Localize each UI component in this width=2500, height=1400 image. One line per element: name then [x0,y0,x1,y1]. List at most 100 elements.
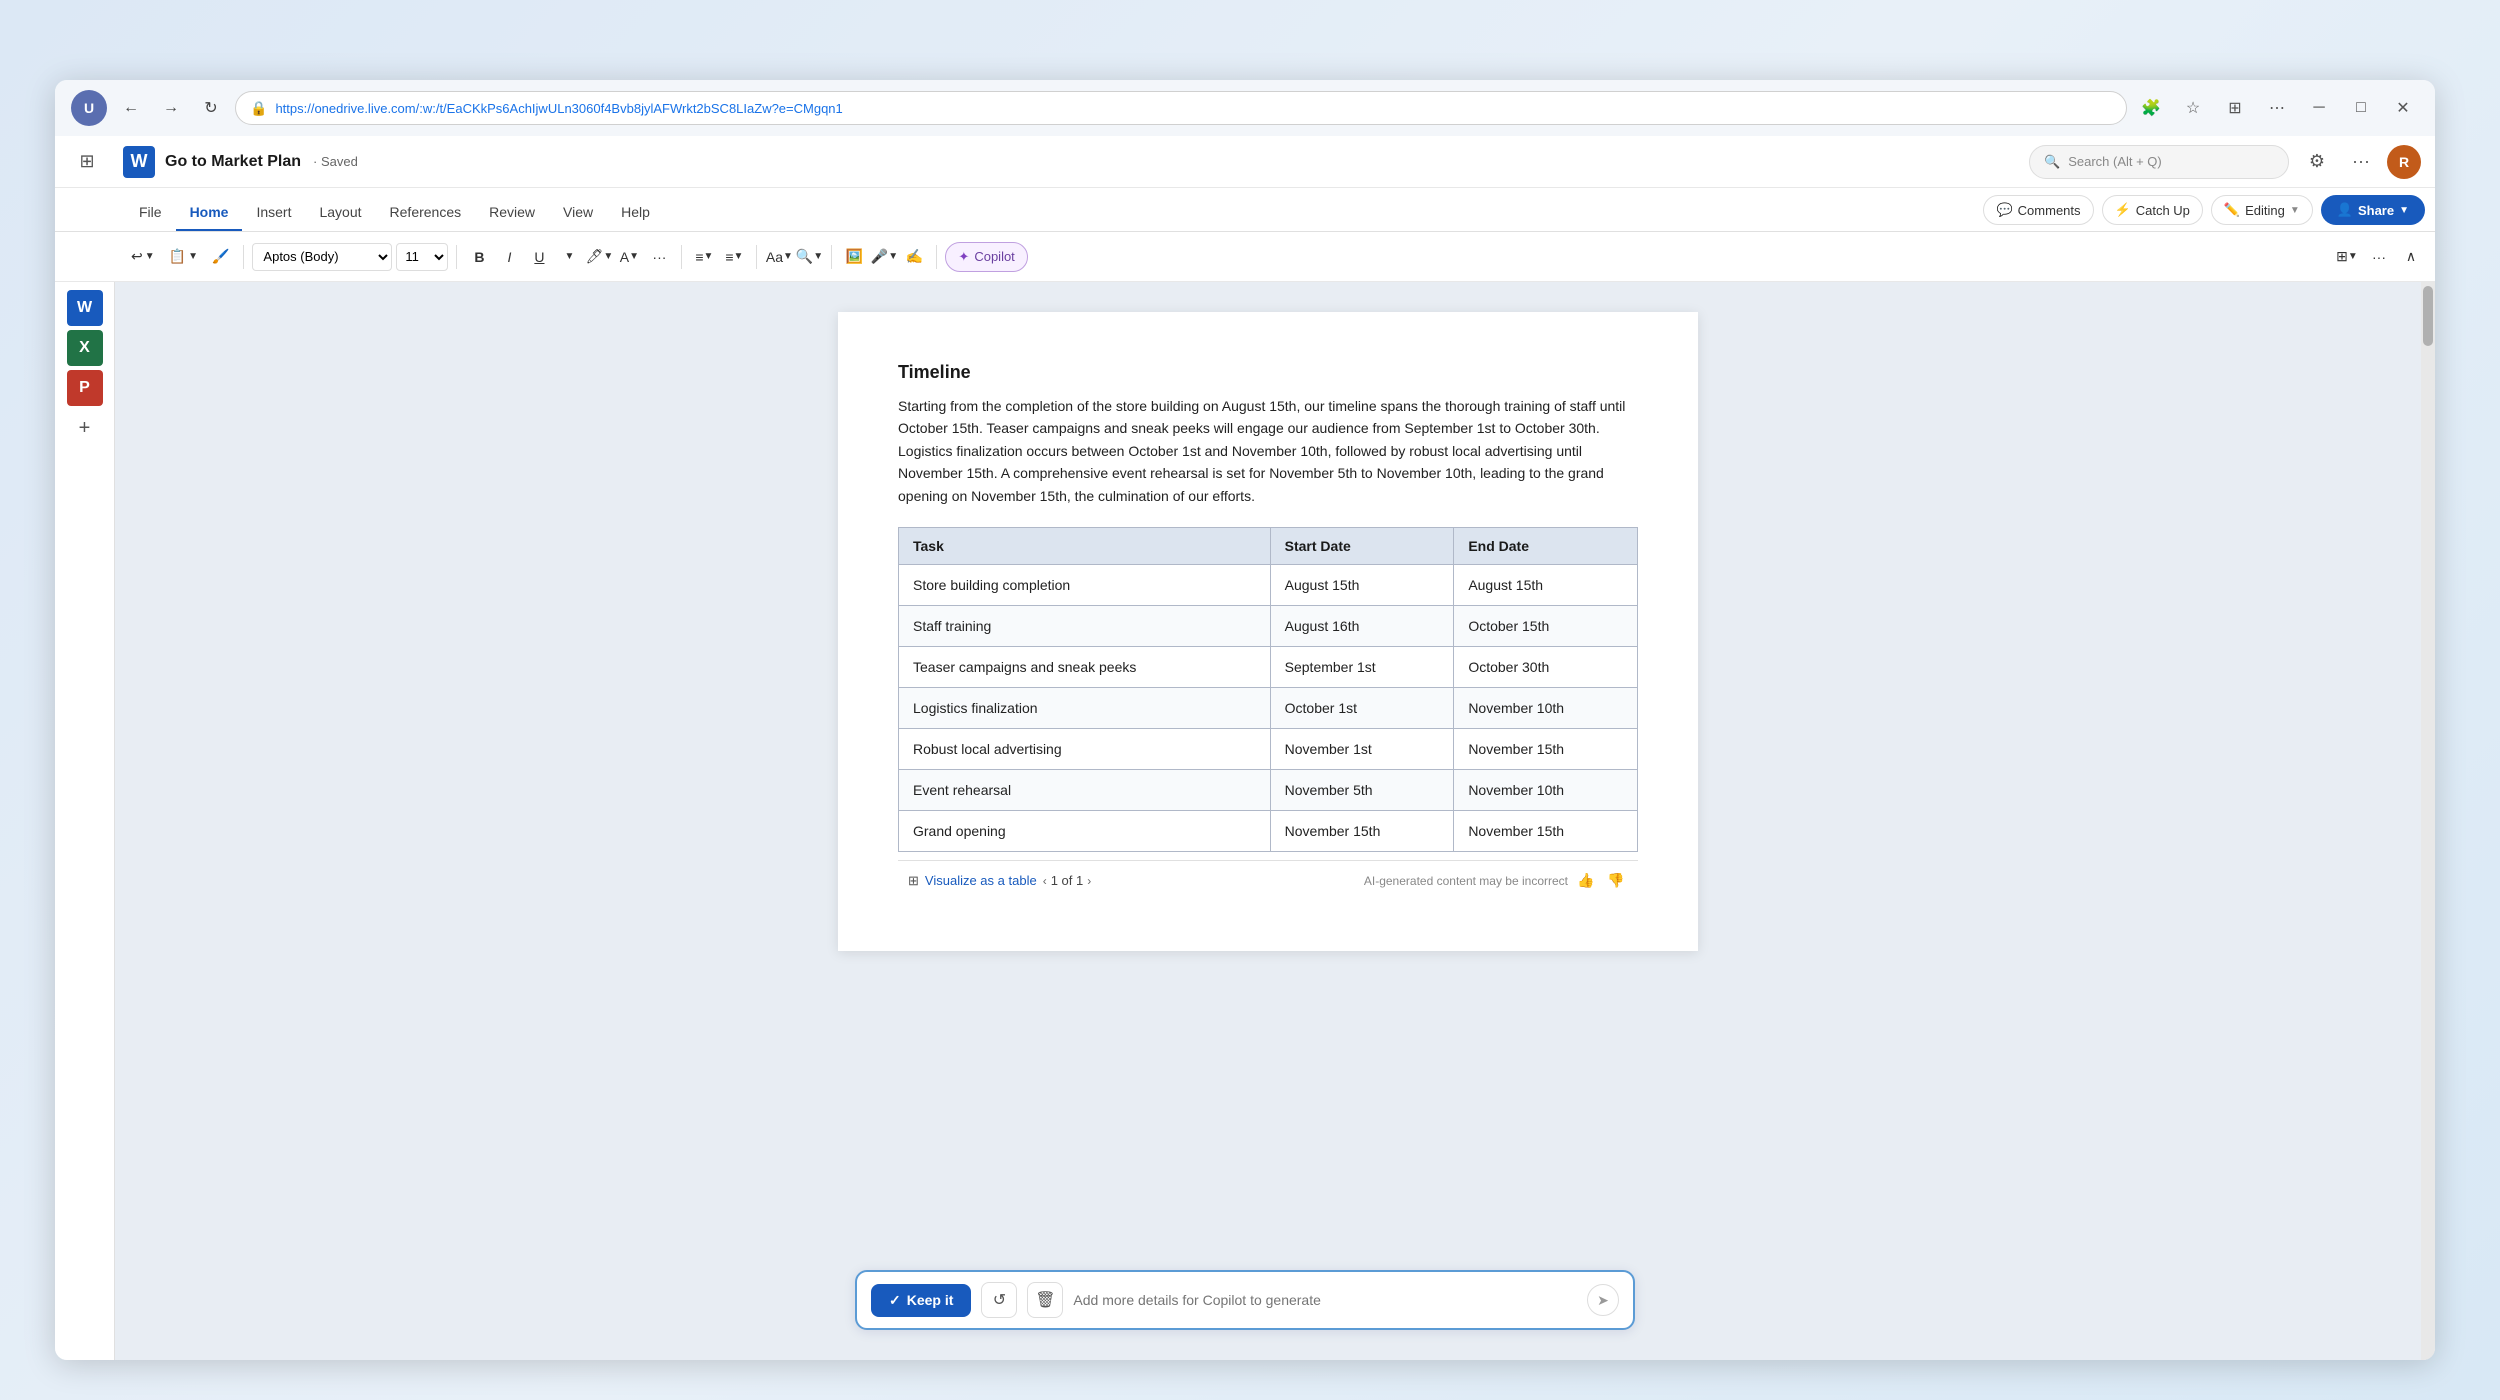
timeline-paragraph: Starting from the completion of the stor… [898,395,1638,507]
table-row: Event rehearsalNovember 5thNovember 10th [899,769,1638,810]
profile-avatar[interactable]: U [71,90,107,126]
timeline-heading: Timeline [898,362,1638,383]
title-bar: U ← → ↻ 🔒 https://onedrive.live.com/:w:/… [55,80,2435,136]
table-row: Grand openingNovember 15thNovember 15th [899,810,1638,851]
saved-label: · Saved [313,154,358,169]
highlight-button[interactable]: 🖊 ▼ [585,243,613,271]
copilot-button[interactable]: ✦ Copilot [945,242,1027,272]
apps-icon[interactable]: ⊞ [69,144,105,180]
table-cell-end: October 15th [1454,605,1638,646]
send-button[interactable]: ➤ [1587,1284,1619,1316]
page-info: 1 of 1 [1051,873,1084,888]
more-button[interactable]: ⋯ [2261,92,2293,124]
catchup-button[interactable]: ⚡ Catch Up [2102,195,2203,225]
tab-layout[interactable]: Layout [305,195,375,231]
scrollbar[interactable] [2421,282,2435,1360]
table-cell-end: November 10th [1454,687,1638,728]
separator-6 [936,245,937,269]
table-cell-end: October 30th [1454,646,1638,687]
more-options-button[interactable]: ··· [2343,144,2379,180]
tab-help[interactable]: Help [607,195,664,231]
back-button[interactable]: ← [115,92,147,124]
font-family-select[interactable]: Aptos (Body) [252,243,392,271]
extensions-button[interactable]: 🧩 [2135,92,2167,124]
regenerate-button[interactable]: ↺ [981,1282,1017,1318]
copilot-bar: ✓ Keep it ↺ 🗑 ➤ [855,1270,1635,1330]
app-title-section: Go to Market Plan · Saved [165,153,358,171]
next-page-button[interactable]: › [1087,874,1091,888]
powerpoint-app-icon[interactable]: P [67,370,103,406]
add-app-icon[interactable]: + [67,410,103,446]
tab-insert[interactable]: Insert [242,195,305,231]
italic-button[interactable]: I [495,243,523,271]
favorites-button[interactable]: ☆ [2177,92,2209,124]
table-cell-task: Robust local advertising [899,728,1271,769]
send-icon: ➤ [1597,1292,1609,1309]
editing-button[interactable]: ✏️ Editing ▼ [2211,195,2313,225]
delete-button[interactable]: 🗑 [1027,1282,1063,1318]
excel-app-icon[interactable]: X [67,330,103,366]
undo-button[interactable]: ↩ ▼ [125,241,161,273]
keep-it-button[interactable]: ✓ Keep it [871,1284,971,1317]
user-avatar[interactable]: R [2387,145,2421,179]
tab-review[interactable]: Review [475,195,549,231]
styles-button[interactable]: Aa ▼ [765,243,793,271]
settings-button[interactable]: ⚙ [2299,144,2335,180]
mic-button[interactable]: 🎤 ▼ [870,243,898,271]
doc-area: Timeline Starting from the completion of… [115,282,2421,1360]
tab-file[interactable]: File [125,195,176,231]
table-view-button[interactable]: ⊞ ▼ [2333,243,2361,271]
toolbar-overflow-button[interactable]: ··· [2365,243,2393,271]
minimize-button[interactable]: ─ [2303,92,2335,124]
doc-title: Go to Market Plan [165,153,301,171]
table-row: Store building completionAugust 15thAugu… [899,564,1638,605]
ribbon-tabs-container: File Home Insert Layout References Revie… [55,188,2435,232]
prev-page-button[interactable]: ‹ [1043,874,1047,888]
copilot-input[interactable] [1073,1282,1577,1318]
visualize-label[interactable]: Visualize as a table [925,873,1037,888]
font-size-select[interactable]: 11 [396,243,448,271]
table-cell-end: November 15th [1454,810,1638,851]
refresh-button[interactable]: ↻ [195,92,227,124]
separator-3 [681,245,682,269]
ribbon-collapse-button[interactable]: ∧ [2397,243,2425,271]
tab-view[interactable]: View [549,195,607,231]
copilot-label: Copilot [974,249,1014,264]
thumbs-down-button[interactable]: 👎 [1604,869,1628,893]
search-box[interactable]: 🔍 Search (Alt + Q) [2029,145,2289,179]
share-button[interactable]: 👤 Share ▼ [2321,195,2425,225]
table-header-task: Task [899,527,1271,564]
tab-home[interactable]: Home [176,195,243,231]
word-app-icon[interactable]: W [67,290,103,326]
insert-image-button[interactable]: 🖼️ [840,243,868,271]
paragraph-align-button[interactable]: ≡ ▼ [720,243,748,271]
comments-button[interactable]: 💬 Comments [1983,195,2093,225]
close-button[interactable]: ✕ [2387,92,2419,124]
collections-button[interactable]: ⊞ [2219,92,2251,124]
thumbs-up-button[interactable]: 👍 [1574,869,1598,893]
table-row: Teaser campaigns and sneak peeksSeptembe… [899,646,1638,687]
editor-button[interactable]: ✍️ [900,243,928,271]
table-cell-task: Store building completion [899,564,1271,605]
maximize-button[interactable]: □ [2345,92,2377,124]
forward-button[interactable]: → [155,92,187,124]
visualize-left: ⊞ Visualize as a table ‹ 1 of 1 › [908,873,1091,889]
find-button[interactable]: 🔍 ▼ [795,243,823,271]
address-bar[interactable]: 🔒 https://onedrive.live.com/:w:/t/EaCKkP… [235,91,2127,125]
font-color-button[interactable]: A ▼ [615,243,643,271]
clipboard-button[interactable]: 📋 ▼ [163,241,204,273]
bullet-list-button[interactable]: ≡ ▼ [690,243,718,271]
bold-button[interactable]: B [465,243,493,271]
underline-button[interactable]: U [525,243,553,271]
table-cell-start: August 15th [1270,564,1454,605]
table-cell-start: August 16th [1270,605,1454,646]
tab-references[interactable]: References [376,195,476,231]
table-cell-task: Teaser campaigns and sneak peeks [899,646,1271,687]
comments-icon: 💬 [1996,202,2012,218]
more-font-button[interactable]: ··· [645,243,673,271]
format-painter-button[interactable]: 🖌️ [206,241,235,273]
table-cell-end: November 15th [1454,728,1638,769]
table-cell-start: November 1st [1270,728,1454,769]
underline-dropdown[interactable]: ▼ [555,243,583,271]
list-group: ≡ ▼ ≡ ▼ [690,243,748,271]
